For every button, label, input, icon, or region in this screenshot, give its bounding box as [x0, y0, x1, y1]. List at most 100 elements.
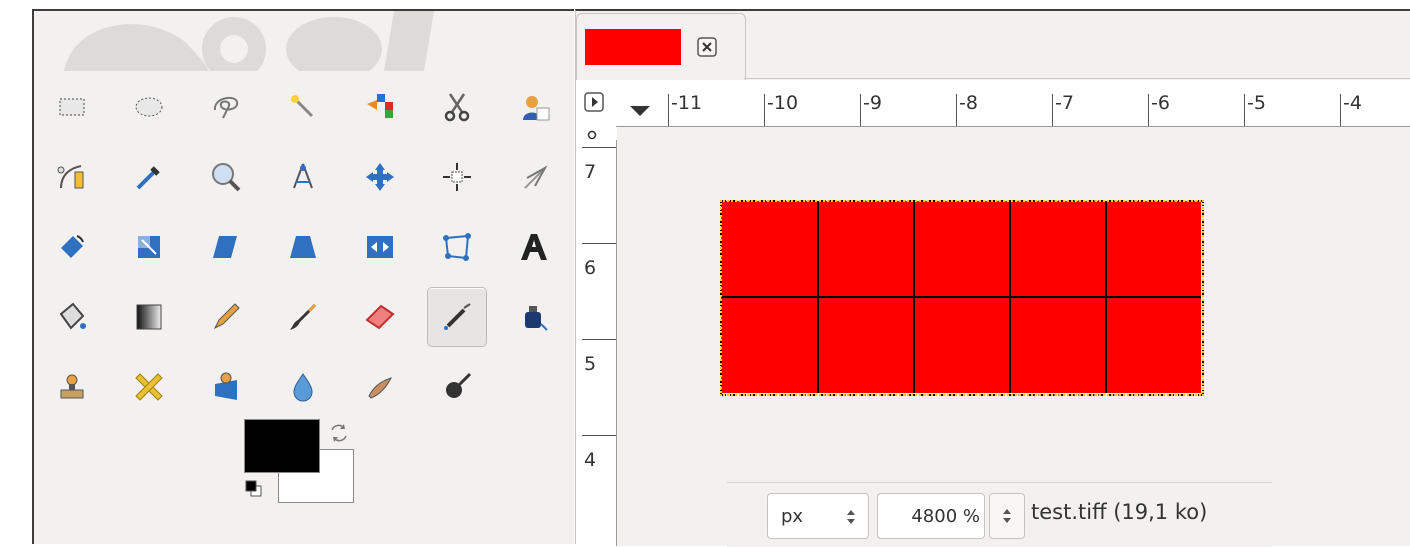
image-content[interactable]: [720, 200, 1204, 396]
ruler-tick: [1340, 94, 1341, 126]
unit-value: px: [781, 506, 804, 527]
tool-button[interactable]: [196, 357, 256, 417]
tool-button[interactable]: [119, 357, 179, 417]
ruler-label: -6: [1151, 92, 1170, 114]
scale-icon: [138, 236, 160, 258]
tool-button[interactable]: [427, 217, 487, 277]
tool-button[interactable]: [196, 217, 256, 277]
tool-button[interactable]: [196, 77, 256, 137]
ruler-label: -10: [767, 92, 799, 114]
selection-outline-yellow: [720, 200, 1204, 396]
tool-button[interactable]: [504, 77, 564, 137]
crop-icon: [524, 165, 548, 189]
tool-button[interactable]: [42, 217, 102, 277]
ruler-tick: [582, 147, 616, 148]
ruler-label: 7: [584, 161, 597, 183]
ruler-tick: [860, 94, 861, 126]
ruler-tick: [764, 94, 765, 126]
tool-button[interactable]: [273, 217, 333, 277]
image-window: -11 -10 -9 -8 -7 -6 -5 -4 7654 px 4800 %…: [575, 9, 1410, 547]
flip-icon: [367, 236, 393, 258]
ruler-label: 5: [584, 353, 597, 375]
zoom-value: 4800 %: [911, 506, 980, 527]
free-select-icon: [213, 96, 239, 119]
tool-button[interactable]: [119, 77, 179, 137]
scissors-select-icon: [444, 93, 470, 122]
zoom-icon: [212, 163, 241, 192]
wilber-decoration-icon: [64, 11, 434, 71]
select-by-color-icon: [367, 94, 393, 118]
rotate-icon: [61, 235, 84, 258]
clone-icon: [60, 374, 84, 399]
tool-button[interactable]: [427, 77, 487, 137]
tool-button[interactable]: [350, 287, 410, 347]
tool-button[interactable]: [196, 287, 256, 347]
ruler-tick: [1052, 94, 1053, 126]
tool-button[interactable]: [427, 147, 487, 207]
close-icon[interactable]: [697, 37, 717, 57]
tool-button[interactable]: [42, 357, 102, 417]
tool-button[interactable]: [427, 357, 487, 417]
paintbrush-icon: [290, 304, 316, 330]
rect-select-icon: [59, 98, 85, 116]
perspective-clone-icon: [215, 372, 237, 400]
ruler-label: -11: [671, 92, 703, 114]
tab-bar: [576, 11, 1410, 81]
tool-button[interactable]: [119, 217, 179, 277]
tool-button[interactable]: [119, 287, 179, 347]
ruler-label: 4: [584, 449, 597, 471]
tool-button[interactable]: [350, 147, 410, 207]
tool-button[interactable]: [350, 217, 410, 277]
airbrush-icon: [444, 303, 471, 330]
foreground-color-swatch[interactable]: [244, 419, 320, 473]
tool-button[interactable]: [42, 287, 102, 347]
vertical-ruler[interactable]: 7 6 5 4: [576, 140, 617, 546]
ruler-pointer-icon: [630, 106, 650, 116]
tool-button[interactable]: [119, 147, 179, 207]
ruler-tick: [668, 94, 669, 126]
foreground-select-icon: [523, 96, 550, 121]
status-bar: px 4800 % test.tiff (19,1 ko): [727, 482, 1272, 547]
color-area: [244, 419, 374, 519]
menu-arrow-icon[interactable]: [584, 92, 604, 112]
toolbox-panel: [32, 9, 574, 544]
ruler-tick: [582, 243, 616, 244]
bucket-fill-icon: [59, 302, 86, 330]
horizontal-ruler[interactable]: -11 -10 -9 -8 -7 -6 -5 -4: [616, 80, 1410, 127]
tool-button[interactable]: [350, 77, 410, 137]
ruler-tick: [956, 94, 957, 126]
tool-button[interactable]: [273, 147, 333, 207]
ruler-tick: [582, 435, 616, 436]
image-tab[interactable]: [576, 13, 746, 81]
image-canvas[interactable]: px 4800 % test.tiff (19,1 ko): [617, 127, 1410, 547]
shear-icon: [213, 236, 237, 258]
tool-button[interactable]: [273, 77, 333, 137]
swap-colors-icon[interactable]: [328, 422, 350, 444]
perspective-icon: [290, 236, 316, 258]
ink-icon: [525, 306, 548, 331]
ellipse-select-icon: [135, 97, 163, 117]
unit-selector[interactable]: px: [767, 493, 869, 539]
paths-icon: [57, 165, 84, 189]
quick-mask-icon[interactable]: [586, 130, 598, 140]
blend-icon: [136, 304, 162, 330]
align-icon: [443, 163, 471, 191]
tool-button[interactable]: [273, 287, 333, 347]
tool-button[interactable]: [427, 287, 487, 347]
ruler-label: 6: [584, 257, 597, 279]
measure-icon: [293, 163, 313, 189]
tool-button[interactable]: [42, 77, 102, 137]
zoom-input[interactable]: 4800 %: [877, 493, 985, 539]
move-icon: [366, 163, 394, 191]
tool-button[interactable]: [504, 147, 564, 207]
tool-button[interactable]: [504, 287, 564, 347]
tool-button[interactable]: [504, 217, 564, 277]
tool-button[interactable]: [196, 147, 256, 207]
default-colors-icon[interactable]: [244, 479, 266, 501]
spinner-icon: [847, 510, 855, 524]
tool-button[interactable]: [42, 147, 102, 207]
zoom-stepper[interactable]: [989, 493, 1025, 539]
spinner-icon: [1003, 509, 1011, 523]
tool-button[interactable]: [350, 357, 410, 417]
tool-button[interactable]: [273, 357, 333, 417]
